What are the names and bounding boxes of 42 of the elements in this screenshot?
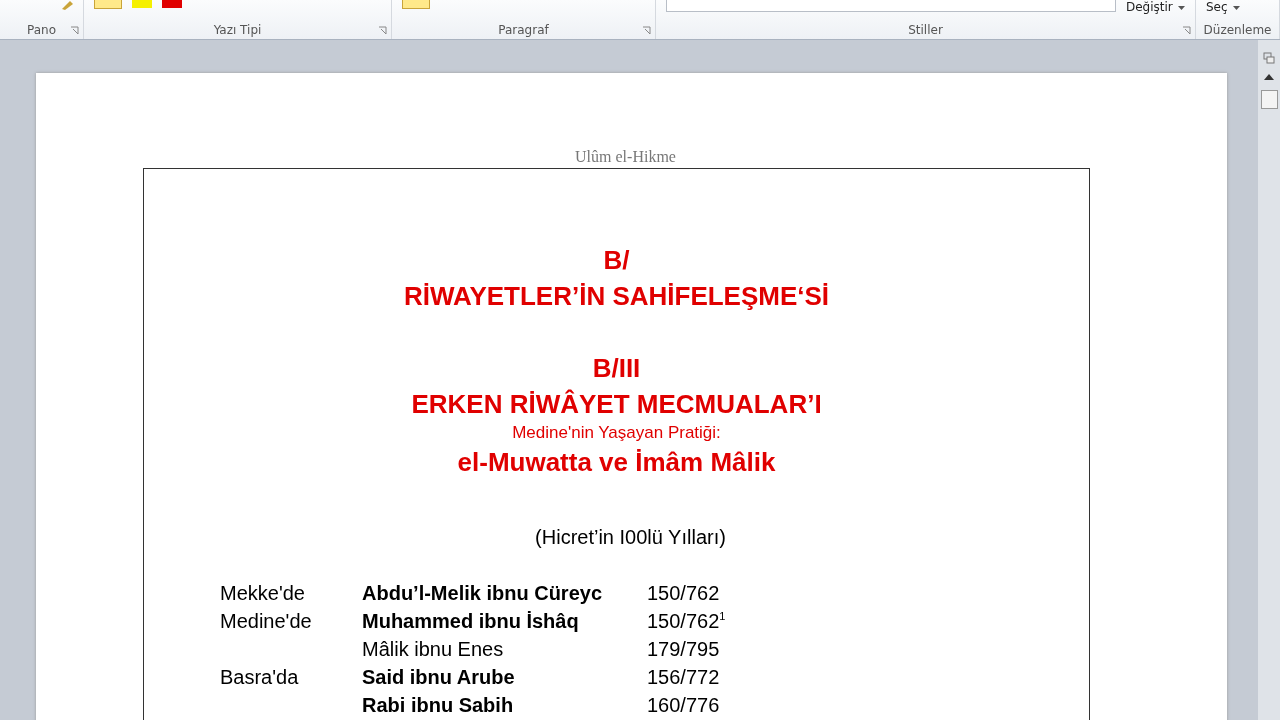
name-text: Mâlik ibnu Enes (362, 637, 505, 662)
name-text: Rabi ibnu Sabih (362, 693, 515, 718)
group-label: Stiller (908, 22, 943, 37)
group-label: Paragraf (498, 22, 549, 37)
caret-icon (1232, 5, 1240, 10)
date-text: 179/795 (647, 637, 721, 662)
scroll-thumb[interactable] (1260, 90, 1278, 109)
place-text: Basra'da (220, 665, 300, 690)
caret-icon (1177, 5, 1185, 10)
highlight-icon[interactable] (94, 0, 122, 9)
group-label: Yazı Tipi (213, 22, 262, 37)
scroll-up-icon[interactable] (1264, 74, 1274, 80)
subheading: Medine'nin Yaşayan Pratiği: (512, 422, 721, 444)
heading: el-Muwatta ve İmâm Mâlik (457, 446, 776, 479)
heading: RİWAYETLER’İN SAHİFELEŞME‘Sİ (403, 280, 830, 313)
page-header: Ulûm el-Hikme (574, 148, 677, 167)
dialog-launcher-icon[interactable] (378, 26, 387, 35)
name-text: Muhammed ibnu İshâq (362, 609, 580, 634)
group-label: Düzenleme (1203, 22, 1272, 37)
name-text: Abdu’l-Melik ibnu Cüreyc (362, 581, 604, 606)
date-text: 150/762 (647, 581, 721, 606)
name-text: Said ibnu Arube (362, 665, 516, 690)
subtitle: (Hicret’in I00lü Yılları) (534, 526, 727, 549)
place-text: Medine'de (220, 609, 313, 634)
dialog-launcher-icon[interactable] (1182, 26, 1191, 35)
dialog-launcher-icon[interactable] (70, 26, 79, 35)
select-button[interactable]: Seç (1206, 0, 1240, 14)
heading: B/ (603, 244, 630, 277)
shading-icon[interactable] (402, 0, 430, 9)
font-color-icon[interactable] (162, 0, 182, 8)
replace-button[interactable]: Değiştir (1126, 0, 1185, 14)
place-text: Mekke'de (220, 581, 306, 606)
date-text: 156/772 (647, 665, 721, 690)
dialog-launcher-icon[interactable] (642, 26, 651, 35)
brush-icon[interactable] (60, 0, 74, 10)
heading: B/III (592, 352, 641, 385)
date-text: 160/776 (647, 693, 721, 718)
heading: ERKEN RİWÂYET MECMUALAR’I (411, 388, 822, 421)
date-text: 150/762$^{1}$ (647, 609, 727, 634)
highlight-color-icon[interactable] (132, 0, 152, 8)
group-label: Pano (27, 22, 56, 37)
vertical-scrollbar[interactable] (1258, 40, 1280, 720)
